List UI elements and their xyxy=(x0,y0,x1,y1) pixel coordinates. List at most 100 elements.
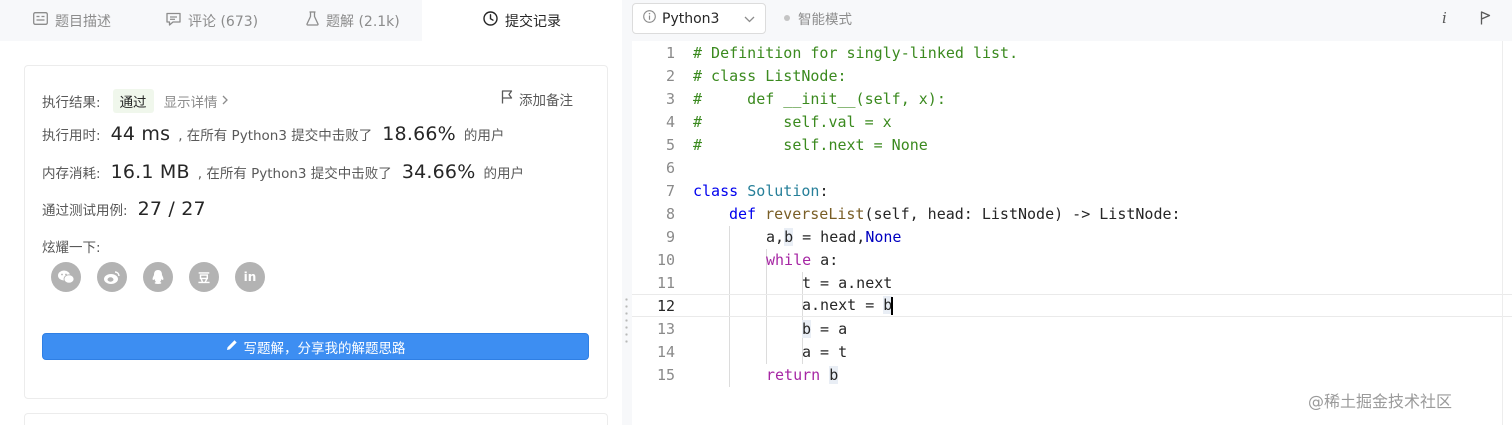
info-circle-icon xyxy=(643,10,656,27)
tests-value: 27 / 27 xyxy=(137,198,206,220)
comment-icon xyxy=(166,12,181,30)
code-text: b = a xyxy=(802,319,848,338)
line-number: 2 xyxy=(665,66,675,85)
watermark: @稀土掘金技术社区 xyxy=(1308,392,1453,411)
runtime-row: 执行用时: 44 ms , 在所有 Python3 提交中击败了 18.66% … xyxy=(42,123,504,145)
submission-content: 执行结果: 通过 显示详情 添加备注 执行用时: 44 ms , 在所有 Pyt… xyxy=(0,41,622,425)
code-text: # class ListNode: xyxy=(693,66,847,85)
tab-description[interactable]: 题目描述 xyxy=(33,0,111,41)
memory-value: 16.1 MB xyxy=(110,161,190,183)
code-line: 10 while a: xyxy=(632,248,1512,271)
code-line: 14 a = t xyxy=(632,340,1512,363)
tab-submissions[interactable]: 提交记录 xyxy=(422,0,622,41)
tab-solutions-label: 题解 (2.1k) xyxy=(326,13,400,30)
code-editor[interactable]: 1 # Definition for singly-linked list. 2… xyxy=(632,41,1512,425)
tests-label: 通过测试用例: xyxy=(42,203,128,219)
memory-row: 内存消耗: 16.1 MB , 在所有 Python3 提交中击败了 34.66… xyxy=(42,161,524,183)
weibo-icon[interactable] xyxy=(97,262,127,292)
tests-row: 通过测试用例: 27 / 27 xyxy=(42,198,214,220)
code-line: 13 b = a xyxy=(632,317,1512,340)
code-line: 6 xyxy=(632,156,1512,179)
code-text: a,b = head,None xyxy=(766,227,902,246)
problem-panel: 题目描述 评论 (673) 题解 (2.1k) 提交记录 执行结果: 通过 显示… xyxy=(0,0,622,425)
drag-handle-icon[interactable] xyxy=(625,296,628,346)
tab-comments-label: 评论 (673) xyxy=(188,13,259,30)
line-number: 4 xyxy=(665,112,675,131)
text-cursor xyxy=(891,296,894,315)
tab-solutions[interactable]: 题解 (2.1k) xyxy=(306,0,400,41)
runtime-percent: 18.66% xyxy=(382,123,456,145)
code-line: 5 # self.next = None xyxy=(632,133,1512,156)
tab-description-label: 题目描述 xyxy=(55,13,111,30)
tab-submissions-label: 提交记录 xyxy=(505,13,561,30)
share-row: 炫耀一下: xyxy=(42,236,101,256)
code-text: return b xyxy=(766,365,839,384)
code-text: while a: xyxy=(766,250,839,269)
smart-mode-label: 智能模式 xyxy=(798,12,852,28)
douban-icon[interactable]: 豆 xyxy=(189,262,219,292)
runtime-label: 执行用时: xyxy=(42,128,101,144)
flag-run-icon[interactable] xyxy=(1480,0,1491,36)
code-text: # self.next = None xyxy=(693,135,928,154)
line-number: 15 xyxy=(656,365,675,384)
runtime-beat-text: , 在所有 Python3 提交中击败了 xyxy=(178,128,373,144)
code-line: 4 # self.val = x xyxy=(632,110,1512,133)
status-label: 执行结果: xyxy=(42,95,101,111)
code-text: a = t xyxy=(802,342,848,361)
runtime-value: 44 ms xyxy=(110,123,171,145)
memory-percent: 34.66% xyxy=(401,161,476,183)
pencil-icon xyxy=(226,339,238,355)
line-number: 10 xyxy=(656,250,675,269)
qq-icon[interactable] xyxy=(143,262,173,292)
code-text: # Definition for singly-linked list. xyxy=(693,43,1019,62)
code-line: 8 def reverseList(self, head: ListNode) … xyxy=(632,202,1512,225)
line-number: 11 xyxy=(656,273,675,292)
flask-icon xyxy=(306,11,319,30)
write-solution-label: 写题解，分享我的解题思路 xyxy=(243,340,406,357)
add-note-button[interactable]: 添加备注 xyxy=(501,89,573,109)
code-line-current: 12 a.next = b xyxy=(632,294,1512,317)
chevron-down-icon xyxy=(744,11,755,27)
status-badge: 通过 xyxy=(112,89,154,113)
document-icon xyxy=(33,12,48,29)
code-line: 2 # class ListNode: xyxy=(632,64,1512,87)
panel-splitter[interactable] xyxy=(622,0,632,425)
memory-label: 内存消耗: xyxy=(42,166,101,182)
wechat-icon[interactable] xyxy=(51,262,81,292)
flag-icon xyxy=(501,90,513,108)
code-text: t = a.next xyxy=(802,273,893,292)
code-line: 1 # Definition for singly-linked list. xyxy=(632,41,1512,64)
linkedin-icon[interactable]: in xyxy=(235,262,265,292)
write-solution-button[interactable]: 写题解，分享我的解题思路 xyxy=(42,333,589,360)
code-text: # self.val = x xyxy=(693,112,892,131)
submission-result-card: 执行结果: 通过 显示详情 添加备注 执行用时: 44 ms , 在所有 Pyt… xyxy=(24,65,608,399)
line-number: 8 xyxy=(665,204,675,223)
code-text: class Solution: xyxy=(693,181,829,200)
language-value: Python3 xyxy=(662,10,720,27)
show-details-link[interactable]: 显示详情 xyxy=(164,91,228,111)
memory-beat-text: , 在所有 Python3 提交中击败了 xyxy=(197,166,392,182)
next-card-edge xyxy=(24,413,608,425)
code-line: 3 # def __init__(self, x): xyxy=(632,87,1512,110)
tab-comments[interactable]: 评论 (673) xyxy=(166,0,258,41)
runtime-users-text: 的用户 xyxy=(463,128,505,144)
line-number: 6 xyxy=(665,158,675,177)
share-icons: 豆 in xyxy=(51,262,265,292)
editor-scrollbar[interactable] xyxy=(1502,41,1512,425)
memory-users-text: 的用户 xyxy=(483,166,524,182)
code-text: def reverseList(self, head: ListNode) ->… xyxy=(729,204,1181,223)
line-number: 13 xyxy=(656,319,675,338)
show-details-label: 显示详情 xyxy=(163,95,218,111)
info-icon[interactable]: i xyxy=(1442,0,1447,36)
language-select[interactable]: Python3 xyxy=(632,3,766,34)
line-number: 12 xyxy=(656,296,675,315)
code-line: 9 a,b = head,None xyxy=(632,225,1512,248)
code-line: 15 return b xyxy=(632,363,1512,386)
smart-mode-toggle[interactable]: 智能模式 xyxy=(784,0,852,36)
line-number: 5 xyxy=(665,135,675,154)
editor-toolbar: Python3 智能模式 i xyxy=(632,0,1512,41)
add-note-label: 添加备注 xyxy=(519,93,573,109)
code-text: a.next = b xyxy=(802,296,894,315)
line-number: 7 xyxy=(665,181,675,200)
line-number: 1 xyxy=(665,43,675,62)
